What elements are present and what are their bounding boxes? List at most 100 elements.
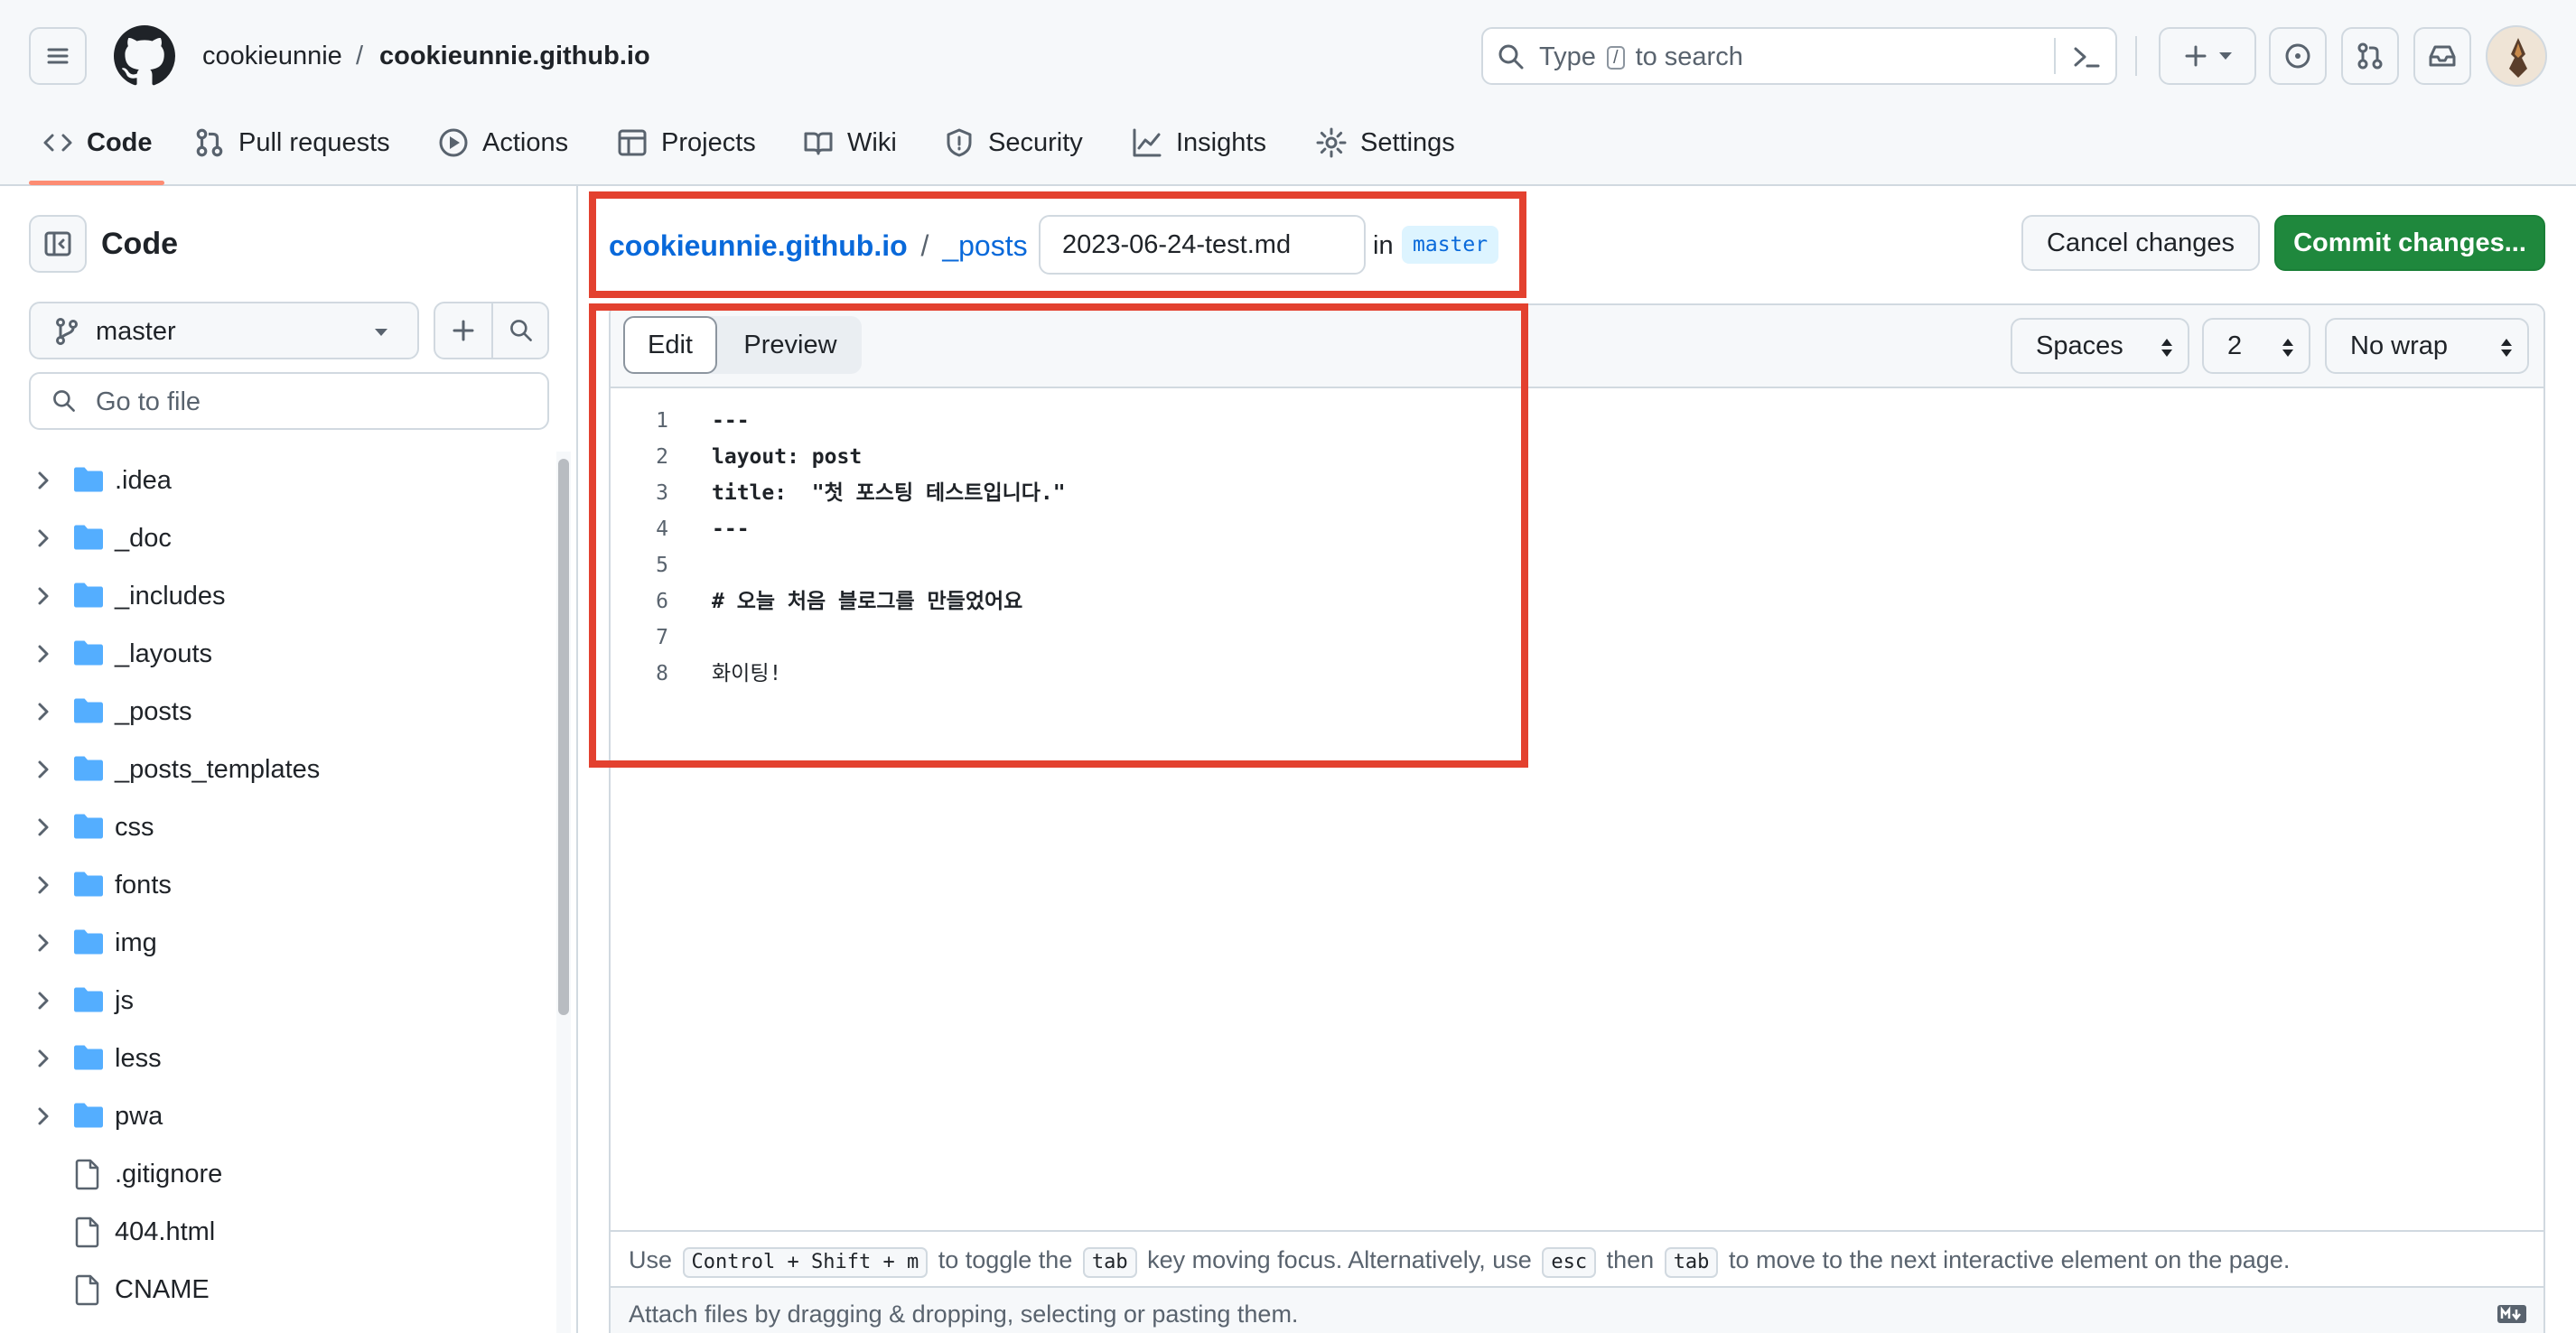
- tree-folder-item[interactable]: fonts: [0, 856, 542, 914]
- branch-name: master: [96, 317, 176, 346]
- indent-size-select[interactable]: 2: [2202, 318, 2310, 374]
- tree-folder-item[interactable]: _includes: [0, 567, 542, 625]
- tab-code[interactable]: Code: [42, 125, 153, 161]
- tree-file-item[interactable]: CNAME: [0, 1261, 542, 1319]
- folder-icon: [72, 1044, 105, 1071]
- tab-security-label: Security: [988, 127, 1083, 157]
- tab-projects[interactable]: Projects: [616, 125, 756, 161]
- repo-link[interactable]: cookieunnie.github.io: [379, 40, 650, 72]
- folder-icon: [72, 813, 105, 840]
- inbox-button[interactable]: [2413, 27, 2471, 85]
- sidebar-title: Code: [101, 227, 178, 261]
- tree-folder-item[interactable]: pwa: [0, 1087, 542, 1145]
- tree-folder-item[interactable]: _doc: [0, 509, 542, 567]
- tree-folder-item[interactable]: _posts: [0, 683, 542, 741]
- chevron-right-icon[interactable]: [34, 759, 52, 780]
- folder-icon: [72, 755, 105, 782]
- attach-bar[interactable]: Attach files by dragging & dropping, sel…: [611, 1286, 2543, 1333]
- tree-item-label: _posts_templates: [115, 755, 321, 784]
- tree-item-label: fonts: [115, 871, 172, 900]
- folder-icon: [72, 697, 105, 724]
- tree-item-label: _includes: [115, 582, 226, 611]
- search-tree-button[interactable]: [493, 303, 549, 358]
- tree-folder-item[interactable]: .idea: [0, 452, 542, 509]
- tree-item-label: 404.html: [115, 1217, 216, 1246]
- search-type-text: Type: [1539, 42, 1596, 71]
- hint-then: then: [1606, 1246, 1655, 1273]
- tab-actions[interactable]: Actions: [437, 125, 568, 161]
- graph-icon: [1131, 126, 1163, 159]
- tree-item-label: CNAME: [115, 1275, 210, 1304]
- play-icon: [437, 126, 470, 159]
- folder-icon: [72, 871, 105, 898]
- chevron-right-icon[interactable]: [34, 874, 52, 896]
- chevron-right-icon[interactable]: [34, 585, 52, 607]
- indent-mode-select[interactable]: Spaces: [2011, 318, 2189, 374]
- hint-moving-focus: key moving focus. Alternatively, use: [1147, 1246, 1532, 1273]
- tree-scrollbar-thumb[interactable]: [558, 459, 569, 1015]
- chevron-right-icon[interactable]: [34, 1105, 52, 1127]
- hint-toggle: to toggle the: [938, 1246, 1073, 1273]
- wrap-mode-select[interactable]: No wrap: [2325, 318, 2529, 374]
- shortcut-key: Control + Shift + m: [682, 1247, 929, 1278]
- search-icon: [1496, 42, 1526, 72]
- branch-selector[interactable]: master: [29, 302, 419, 359]
- tree-folder-item[interactable]: img: [0, 914, 542, 972]
- owner-link[interactable]: cookieunnie: [202, 40, 342, 72]
- tree-file-item[interactable]: .gitignore: [0, 1145, 542, 1203]
- chevron-right-icon[interactable]: [34, 816, 52, 838]
- tab-insights-label: Insights: [1176, 127, 1266, 157]
- active-tab-indicator: [29, 181, 164, 185]
- search-input[interactable]: Type / to search: [1481, 27, 2117, 85]
- tree-item-label: css: [115, 813, 154, 842]
- folder-icon: [72, 1102, 105, 1129]
- tree-file-item[interactable]: 404.html: [0, 1203, 542, 1261]
- chevron-right-icon[interactable]: [34, 527, 52, 549]
- chevron-right-icon[interactable]: [34, 470, 52, 491]
- caret-down-icon: [374, 328, 388, 337]
- go-to-file-placeholder: Go to file: [96, 387, 201, 416]
- tree-item-label: .gitignore: [115, 1160, 223, 1189]
- footer-divider: [611, 1230, 2543, 1232]
- tab-pull-requests[interactable]: Pull requests: [193, 125, 390, 161]
- tree-folder-item[interactable]: css: [0, 798, 542, 856]
- gear-icon: [1315, 126, 1348, 159]
- add-file-button[interactable]: [435, 303, 491, 358]
- tree-item-label: less: [115, 1044, 162, 1073]
- command-palette-icon[interactable]: [2070, 42, 2103, 72]
- tree-folder-item[interactable]: js: [0, 972, 542, 1030]
- chevron-right-icon[interactable]: [34, 643, 52, 665]
- create-new-button[interactable]: [2159, 27, 2256, 85]
- chevron-right-icon[interactable]: [34, 990, 52, 1011]
- github-logo[interactable]: [114, 25, 175, 87]
- tree-folder-item[interactable]: _layouts: [0, 625, 542, 683]
- tree-item-label: js: [115, 986, 134, 1015]
- folder-icon: [72, 986, 105, 1013]
- tab-security[interactable]: Security: [943, 125, 1083, 161]
- go-to-file-input[interactable]: Go to file: [29, 372, 549, 430]
- tab-key: tab: [1082, 1247, 1137, 1278]
- tree-item-label: img: [115, 928, 157, 957]
- chevron-right-icon[interactable]: [34, 932, 52, 954]
- select-arrows-icon: [2282, 337, 2294, 359]
- tree-folder-item[interactable]: _posts_templates: [0, 741, 542, 798]
- tab-insights[interactable]: Insights: [1131, 125, 1266, 161]
- menu-button[interactable]: [29, 27, 87, 85]
- issues-button[interactable]: [2269, 27, 2327, 85]
- plus-icon: [451, 318, 476, 343]
- collapse-sidebar-button[interactable]: [29, 215, 87, 273]
- tab-settings[interactable]: Settings: [1315, 125, 1455, 161]
- code-icon: [42, 126, 74, 159]
- tree-item-label: _doc: [115, 524, 172, 553]
- cancel-changes-button[interactable]: Cancel changes: [2021, 215, 2260, 271]
- pull-requests-button[interactable]: [2341, 27, 2399, 85]
- chevron-right-icon[interactable]: [34, 1048, 52, 1069]
- tree-folder-item[interactable]: less: [0, 1030, 542, 1087]
- tab-key: tab: [1664, 1247, 1719, 1278]
- commit-changes-button[interactable]: Commit changes...: [2274, 215, 2545, 271]
- select-arrows-icon: [2161, 337, 2173, 359]
- chevron-right-icon[interactable]: [34, 701, 52, 722]
- tree-item-label: pwa: [115, 1102, 163, 1131]
- avatar[interactable]: [2486, 25, 2547, 87]
- tab-wiki[interactable]: Wiki: [802, 125, 897, 161]
